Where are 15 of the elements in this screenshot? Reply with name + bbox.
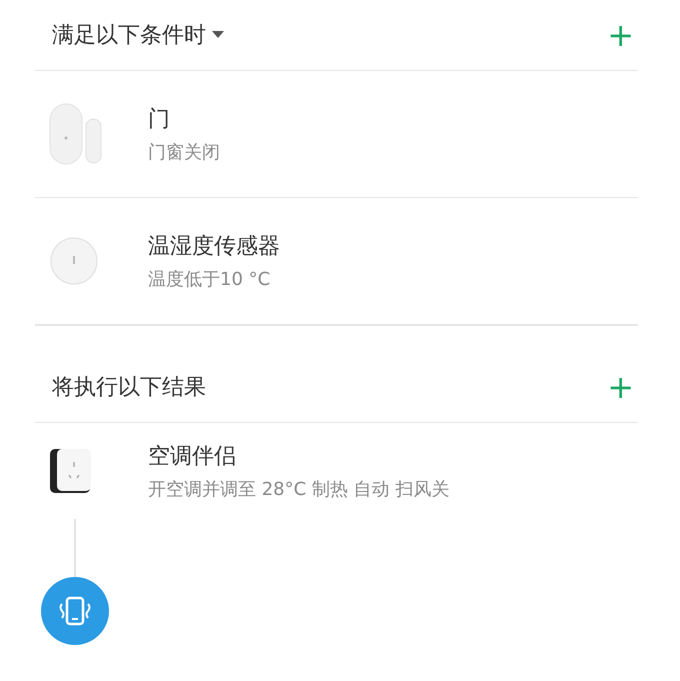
round-sensor-icon [49,236,99,286]
device-name: 空调伴侣 [148,443,237,471]
device-name: 温湿度传感器 [148,233,280,261]
caret-icon[interactable] [212,31,224,39]
socket-icon [49,448,93,494]
phone-vibrate-icon[interactable] [41,577,109,645]
device-condition: 温度低于10 °C [148,268,272,291]
device-name: 门 [148,106,171,134]
add-button[interactable]: + [603,371,638,403]
add-button[interactable]: + [603,19,638,51]
section-title: 满足以下条件时 [52,22,206,50]
section-title: 将执行以下结果 [52,374,206,402]
device-condition: 开空调并调至 28°C 制热 自动 扫风关 [148,478,450,501]
device-condition: 门窗关闭 [148,141,220,164]
door-sensor-icon [49,103,103,165]
